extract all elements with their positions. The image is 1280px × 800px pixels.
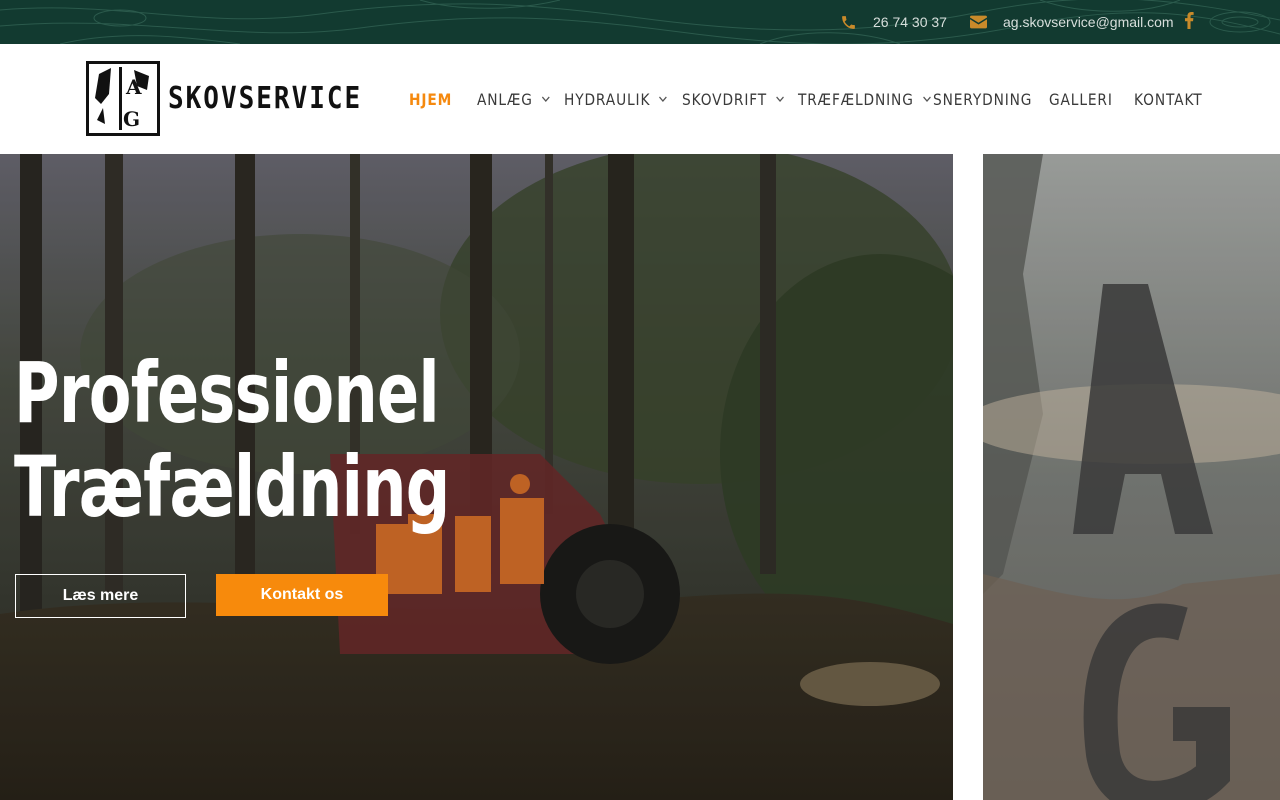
nav-label: SKOVDRIFT: [682, 89, 768, 109]
chevron-down-icon: [776, 96, 785, 103]
envelope-icon: [970, 15, 987, 29]
phone-icon: [840, 14, 857, 31]
hero-title-line2: Træfældning: [14, 438, 450, 536]
nav-label: KONTAKT: [1134, 89, 1203, 109]
nav-label: HJEM: [409, 89, 453, 109]
chevron-down-icon: [541, 96, 550, 103]
nav-label: TRÆFÆLDNING: [798, 89, 914, 109]
logo-letter-a: A: [125, 75, 142, 99]
nav-item-snerydning[interactable]: SNERYDNING: [933, 44, 1032, 154]
nav-item-galleri[interactable]: GALLERI: [1049, 44, 1113, 154]
nav-item-skovdrift[interactable]: SKOVDRIFT: [682, 44, 784, 154]
hero-slide[interactable]: Professionel Træfældning Læs mere Kontak…: [0, 154, 953, 800]
logo-mark: A G: [86, 61, 160, 136]
logo-text: SKOVSERVICE: [168, 81, 363, 116]
hero-title: Professionel Træfældning: [14, 346, 450, 534]
facebook-link[interactable]: [1183, 0, 1195, 44]
next-slide-image: [983, 154, 1280, 800]
hero-title-line1: Professionel: [14, 344, 440, 442]
nav-item-kontakt[interactable]: KONTAKT: [1134, 44, 1203, 154]
read-more-button[interactable]: Læs mere: [15, 574, 186, 618]
phone-number: 26 74 30 37: [873, 14, 947, 30]
nav-label: ANLÆG: [477, 89, 533, 109]
facebook-icon: [1183, 12, 1195, 32]
phone-contact[interactable]: 26 74 30 37: [840, 0, 947, 44]
site-header: A G SKOVSERVICE HJEM ANLÆG HYDRAULIK SKO…: [0, 44, 1280, 154]
logo-emblem: A G: [89, 64, 157, 133]
next-slide-preview[interactable]: [983, 154, 1280, 800]
nav-label: HYDRAULIK: [564, 89, 651, 109]
chevron-down-icon: [659, 96, 668, 103]
nav-item-traefaeldning[interactable]: TRÆFÆLDNING: [798, 44, 931, 154]
email-contact[interactable]: ag.skovservice@gmail.com: [970, 0, 1174, 44]
nav-label: GALLERI: [1049, 89, 1113, 109]
site-logo[interactable]: A G SKOVSERVICE: [86, 61, 362, 136]
contact-us-button[interactable]: Kontakt os: [216, 574, 388, 616]
email-address: ag.skovservice@gmail.com: [1003, 14, 1174, 30]
nav-item-anlaeg[interactable]: ANLÆG: [477, 44, 550, 154]
nav-item-hydraulik[interactable]: HYDRAULIK: [564, 44, 668, 154]
nav-item-hjem[interactable]: HJEM: [409, 44, 452, 154]
logo-letter-g: G: [123, 107, 140, 131]
nav-label: SNERYDNING: [933, 89, 1033, 109]
chevron-down-icon: [922, 96, 931, 103]
top-contact-bar: 26 74 30 37 ag.skovservice@gmail.com: [0, 0, 1280, 44]
